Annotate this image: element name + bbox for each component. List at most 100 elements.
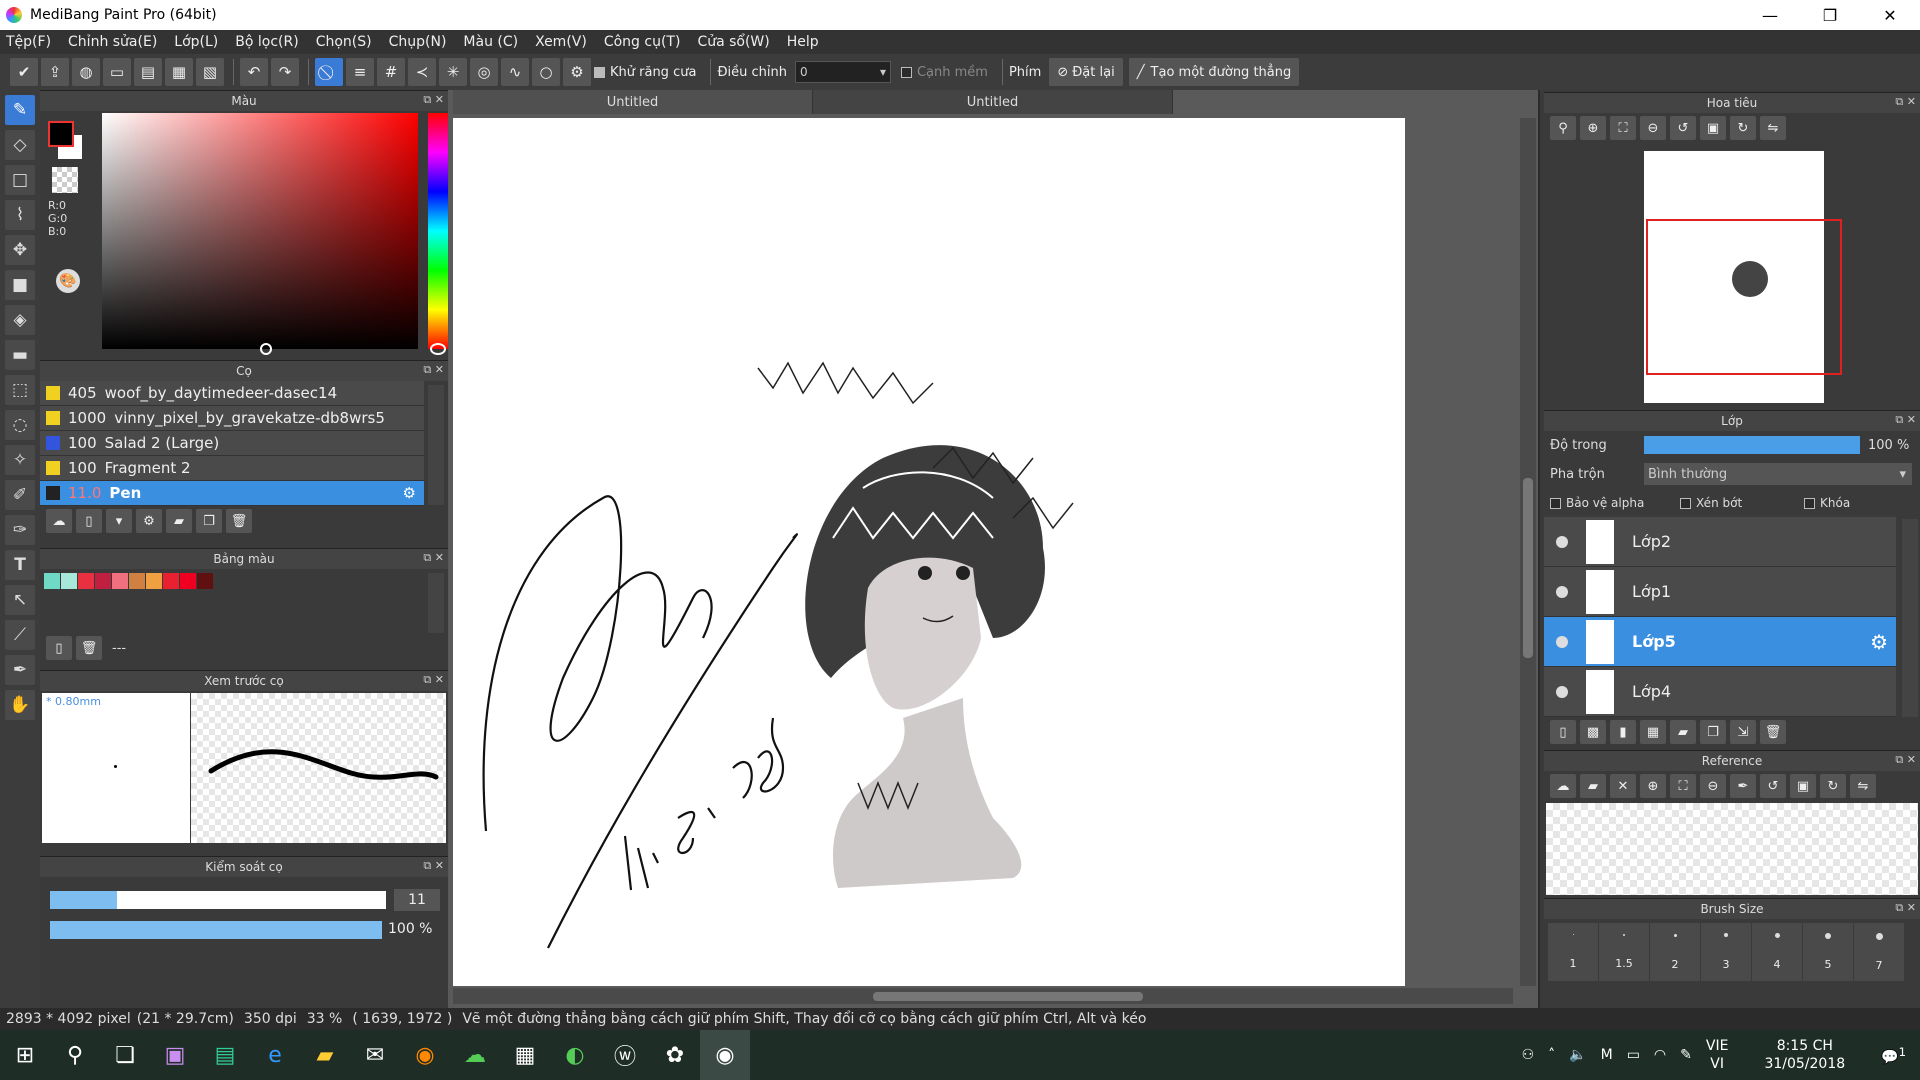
zoom-in-icon[interactable]: ⊕ — [1640, 774, 1666, 798]
snap-perspective-icon[interactable]: ≺ — [408, 58, 436, 86]
navigator-viewport[interactable] — [1646, 219, 1842, 375]
zoom-out-icon[interactable]: ⊖ — [1700, 774, 1726, 798]
palette-color-swatch[interactable] — [197, 573, 213, 589]
palette-color-swatch[interactable] — [95, 573, 111, 589]
soft-edge-checkbox[interactable] — [900, 66, 912, 78]
operation-tool-icon[interactable]: ↖ — [5, 585, 35, 615]
trash-icon[interactable]: 🗑 — [226, 509, 252, 533]
brush-item[interactable]: 1000 vinny_pixel_by_gravekatze-db8wrs5 — [40, 406, 424, 431]
brush-size-preset[interactable]: 1 — [1548, 923, 1598, 981]
brush-item[interactable]: 100 Fragment 2 — [40, 456, 424, 481]
layer-item[interactable]: Lớp4 — [1544, 667, 1896, 717]
flip-icon[interactable]: ⇋ — [1760, 116, 1786, 140]
zoom-icon[interactable]: ⚲ — [1550, 116, 1576, 140]
soft-edge-toggle[interactable]: Cạnh mềm — [900, 65, 988, 80]
volume-icon[interactable]: 🔈 — [1569, 1047, 1586, 1063]
brush-settings-icon[interactable]: ⚙ — [136, 509, 162, 533]
visibility-icon[interactable] — [1556, 685, 1568, 698]
flip-icon[interactable]: ⇋ — [1850, 774, 1876, 798]
language-indicator[interactable]: VIE VI — [1706, 1037, 1729, 1073]
merge-layer-icon[interactable]: ⇲ — [1730, 720, 1756, 744]
fit-icon[interactable]: ⛶ — [1610, 116, 1636, 140]
text-tool-icon[interactable]: T — [5, 550, 35, 580]
layer-list-scrollbar[interactable] — [1902, 519, 1918, 719]
palette-color-swatch[interactable] — [112, 573, 128, 589]
new-1bit-layer-icon[interactable]: ▦ — [1640, 720, 1666, 744]
fit-icon[interactable]: ⛶ — [1670, 774, 1696, 798]
gmail-icon[interactable]: M — [1601, 1047, 1613, 1063]
zoom-in-icon[interactable]: ⊕ — [1580, 116, 1606, 140]
move-tool-icon[interactable]: ✥ — [5, 235, 35, 265]
navigator-thumbnail[interactable] — [1644, 151, 1842, 403]
brush-size-slider[interactable] — [50, 891, 386, 909]
wifi-icon[interactable]: ◠ — [1654, 1047, 1666, 1063]
palette-color-swatch[interactable] — [61, 573, 77, 589]
speech-bubble-icon[interactable]: ▭ — [103, 58, 131, 86]
clipping-checkbox[interactable] — [1680, 497, 1691, 509]
panel-close-icon[interactable]: ⧉ ✕ — [423, 363, 444, 377]
maximize-button[interactable]: ❐ — [1800, 0, 1860, 30]
layer-item[interactable]: Lớp1 — [1544, 567, 1896, 617]
blur-tool-icon[interactable]: ⌇ — [5, 200, 35, 230]
protect-alpha-toggle[interactable]: Bảo vệ alpha — [1550, 496, 1680, 510]
windows-start-icon[interactable]: ⊞ — [0, 1030, 50, 1080]
search-icon[interactable]: ⚲ — [50, 1030, 100, 1080]
menu-help[interactable]: Help — [787, 34, 819, 50]
brush-size-preset[interactable]: 5 — [1803, 923, 1853, 981]
menu-select[interactable]: Chọn(S) — [316, 34, 372, 50]
brush-item[interactable]: 405 woof_by_daytimedeer-dasec14 — [40, 381, 424, 406]
panel-close-icon[interactable]: ⧉ ✕ — [1895, 901, 1916, 915]
clock[interactable]: 8:15 CH 31/05/2018 — [1764, 1037, 1845, 1073]
gallery-icon[interactable]: ▧ — [196, 58, 224, 86]
folder-icon[interactable]: ▰ — [166, 509, 192, 533]
snap-curve-icon[interactable]: ∿ — [501, 58, 529, 86]
undo-icon[interactable]: ↶ — [240, 58, 268, 86]
chat-app-icon[interactable]: ☁ — [450, 1030, 500, 1080]
snap-parallel-icon[interactable]: ≡ — [346, 58, 374, 86]
canvas-vertical-scrollbar[interactable] — [1520, 118, 1536, 986]
divide-tool-icon[interactable]: ⟋ — [5, 620, 35, 650]
eyedropper-icon[interactable]: ✒ — [1730, 774, 1756, 798]
wps-icon[interactable]: ⓦ — [600, 1030, 650, 1080]
select-tool-icon[interactable]: ⬚ — [5, 375, 35, 405]
brush-list-scrollbar[interactable] — [428, 385, 444, 505]
palette-icon[interactable]: 🎨 — [56, 269, 80, 293]
antialias-checkbox[interactable] — [594, 66, 605, 78]
layer-item-selected[interactable]: Lớp5 ⚙ — [1544, 617, 1896, 667]
shape-fill-icon[interactable]: ■ — [5, 270, 35, 300]
panel-close-icon[interactable]: ⧉ ✕ — [423, 551, 444, 565]
visibility-icon[interactable] — [1556, 585, 1568, 598]
select-pen-icon[interactable]: ✐ — [5, 480, 35, 510]
zoom-out-icon[interactable]: ⊖ — [1640, 116, 1666, 140]
brush-size-preset[interactable]: 4 — [1752, 923, 1802, 981]
menu-tools[interactable]: Công cụ(T) — [604, 34, 681, 50]
comment-icon[interactable]: ◍ — [72, 58, 100, 86]
mail-icon[interactable]: ✉ — [350, 1030, 400, 1080]
close-button[interactable]: ✕ — [1860, 0, 1920, 30]
palette-scrollbar[interactable] — [428, 573, 444, 633]
lock-checkbox[interactable] — [1804, 497, 1815, 509]
menu-view[interactable]: Xem(V) — [535, 34, 587, 50]
rotate-left-icon[interactable]: ↺ — [1670, 116, 1696, 140]
brush-size-preset[interactable]: 1.5 — [1599, 923, 1649, 981]
medibang-active-icon[interactable]: ◉ — [700, 1030, 750, 1080]
actual-size-icon[interactable]: ▣ — [1790, 774, 1816, 798]
gear-icon[interactable]: ⚙ — [403, 484, 416, 502]
trash-icon[interactable]: 🗑 — [76, 636, 102, 660]
actual-size-icon[interactable]: ▣ — [1700, 116, 1726, 140]
close-icon[interactable]: ✕ — [1610, 774, 1636, 798]
store-icon[interactable]: ▦ — [500, 1030, 550, 1080]
gear-icon[interactable]: ⚙ — [1870, 630, 1888, 654]
new-8bit-layer-icon[interactable]: ▮ — [1610, 720, 1636, 744]
coccoc-browser-icon[interactable]: ◐ — [550, 1030, 600, 1080]
bucket-tool-icon[interactable]: ◈ — [5, 305, 35, 335]
foreground-color-swatch[interactable] — [48, 121, 74, 147]
edge-browser-icon[interactable]: e — [250, 1030, 300, 1080]
brush-size-preset[interactable]: 7 — [1854, 923, 1904, 981]
select-eraser-icon[interactable]: ✑ — [5, 515, 35, 545]
clipping-toggle[interactable]: Xén bớt — [1680, 496, 1804, 510]
rotate-right-icon[interactable]: ↻ — [1730, 116, 1756, 140]
hue-cursor[interactable] — [430, 343, 446, 355]
layer-item[interactable]: Lớp2 — [1544, 517, 1896, 567]
palette-color-swatch[interactable] — [146, 573, 162, 589]
